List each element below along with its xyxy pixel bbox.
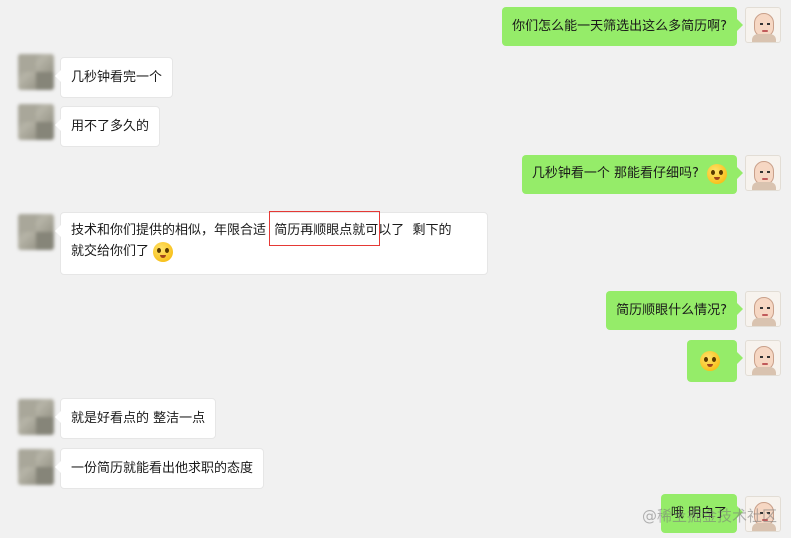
- message-bubble-self[interactable]: 你们怎么能一天筛选出这么多简历啊?: [502, 7, 743, 46]
- message-bubble-other[interactable]: 就是好看点的 整洁一点: [54, 398, 217, 439]
- message-text: 几秒钟看一个 那能看仔细吗?: [531, 166, 699, 181]
- message-text-line: 技术和你们提供的相似，年限合适 简历再顺眼点就可以了 剩下的: [71, 223, 452, 238]
- message-text: 你们怎么能一天筛选出这么多简历啊?: [512, 19, 727, 34]
- contact-avatar[interactable]: [18, 449, 54, 485]
- message-bubble-self[interactable]: 几秒钟看一个 那能看仔细吗?: [521, 155, 744, 194]
- message-text: 几秒钟看完一个: [71, 70, 163, 85]
- contact-avatar[interactable]: [18, 399, 54, 435]
- contact-avatar[interactable]: [18, 104, 54, 140]
- contact-avatar[interactable]: [18, 214, 54, 250]
- self-avatar[interactable]: [745, 291, 781, 327]
- thinking-emoji-icon: [153, 241, 174, 262]
- message-text-line: 就交给你们了: [71, 241, 477, 262]
- message-text: 用不了多久的: [71, 119, 150, 134]
- watermark: @稀土掘金技术社区: [641, 507, 777, 525]
- message-text: 就是好看点的 整洁一点: [71, 411, 206, 426]
- shocked-emoji-icon: [707, 163, 727, 184]
- message-bubble-self[interactable]: [687, 340, 743, 382]
- message-text: 一份简历就能看出他求职的态度: [71, 461, 254, 476]
- contact-avatar[interactable]: [18, 54, 54, 90]
- self-avatar[interactable]: [745, 340, 781, 376]
- self-avatar[interactable]: [745, 155, 781, 191]
- message-text: 简历顺眼什么情况?: [616, 303, 727, 318]
- message-bubble-self[interactable]: 简历顺眼什么情况?: [606, 291, 743, 330]
- message-bubble-other[interactable]: 用不了多久的: [54, 106, 161, 147]
- self-avatar[interactable]: [745, 7, 781, 43]
- message-bubble-other[interactable]: 几秒钟看完一个: [54, 57, 174, 98]
- message-bubble-other[interactable]: 一份简历就能看出他求职的态度: [54, 448, 265, 489]
- message-bubble-other[interactable]: 技术和你们提供的相似，年限合适 简历再顺眼点就可以了 剩下的 就交给你们了: [55, 212, 488, 275]
- angry-emoji-icon: [700, 350, 720, 371]
